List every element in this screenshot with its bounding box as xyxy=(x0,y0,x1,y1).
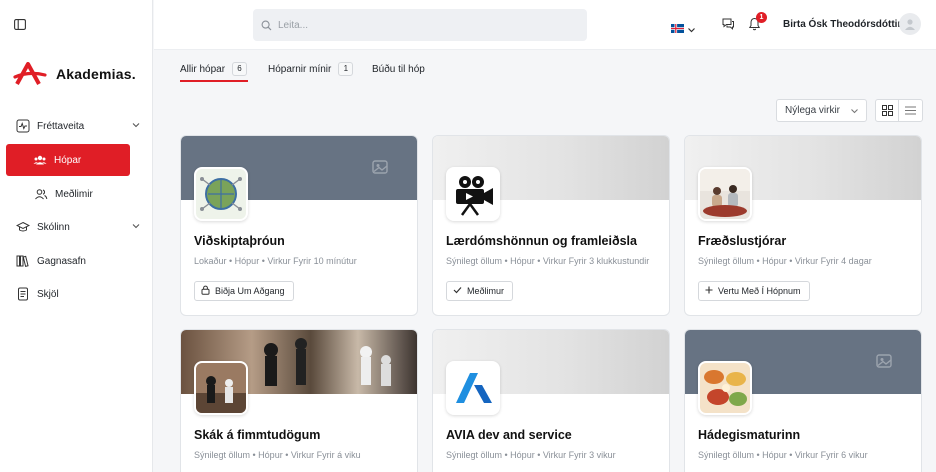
chevron-down-icon[interactable] xyxy=(687,21,696,39)
tab-label: Allir hópar xyxy=(180,63,226,75)
tab-allir-hopar[interactable]: Allir hópar 6 xyxy=(180,60,248,78)
tab-count: 1 xyxy=(338,62,354,76)
graduation-cap-icon xyxy=(15,220,31,234)
button-label: Meðlimur xyxy=(467,286,505,296)
group-card-vidskiptathroun[interactable]: Viðskiptaþróun Lokaður • Hópur • Virkur … xyxy=(180,135,418,316)
user-name[interactable]: Birta Ósk Theodórsdóttir xyxy=(783,19,901,30)
plus-icon xyxy=(705,286,713,296)
notification-badge: 1 xyxy=(756,12,767,23)
sidebar-item-label: Gagnasafn xyxy=(37,255,86,267)
sidebar-item-hopar[interactable]: Hópar xyxy=(6,144,130,176)
search-icon xyxy=(261,20,272,31)
avatar[interactable] xyxy=(899,13,921,35)
sidebar-item-label: Hópar xyxy=(54,154,82,166)
view-toggle xyxy=(875,99,923,122)
button-label: Biðja Um Aðgang xyxy=(215,286,285,296)
active-tab-indicator xyxy=(180,80,248,82)
group-card-fraedslustjorar[interactable]: Fræðslustjórar Sýnilegt öllum • Hópur • … xyxy=(684,135,922,316)
member-button[interactable]: Meðlimur xyxy=(446,281,514,301)
chevron-down-icon[interactable] xyxy=(131,221,141,234)
group-card-skak[interactable]: Skák á fimmtudögum Sýnilegt öllum • Hópu… xyxy=(180,329,418,472)
sidebar-item-label: Fréttaveita xyxy=(37,120,85,132)
group-card-laerdomshonnun[interactable]: Lærdómshönnun og framleiðsla Sýnilegt öl… xyxy=(432,135,670,316)
group-title[interactable]: Lærdómshönnun og framleiðsla xyxy=(446,234,637,248)
sidebar-item-medlimir[interactable]: Meðlimir xyxy=(0,182,153,206)
search-box[interactable] xyxy=(253,9,587,41)
group-avatar-meeting-photo xyxy=(698,167,752,221)
group-title[interactable]: Hádegismaturinn xyxy=(698,428,800,442)
request-access-button[interactable]: Biðja Um Aðgang xyxy=(194,281,294,301)
sidebar-toggle-icon[interactable] xyxy=(14,17,30,31)
group-meta: Sýnilegt öllum • Hópur • Virkur Fyrir 3 … xyxy=(446,450,616,460)
sidebar: Akademias. Fréttaveita Hópar Meðlimir Sk… xyxy=(0,0,153,472)
group-meta: Sýnilegt öllum • Hópur • Virkur Fyrir 6 … xyxy=(698,450,868,460)
chat-icon[interactable] xyxy=(721,17,735,35)
group-avatar-food-photo xyxy=(698,361,752,415)
sidebar-item-label: Meðlimir xyxy=(55,188,93,200)
lock-icon xyxy=(201,285,210,297)
group-title[interactable]: AVIA dev and service xyxy=(446,428,572,442)
brand-logo[interactable]: Akademias. xyxy=(13,62,136,86)
group-meta: Lokaður • Hópur • Virkur Fyrir 10 mínútu… xyxy=(194,256,357,266)
grid-view-icon[interactable] xyxy=(876,100,900,121)
brand-name: Akademias. xyxy=(56,66,136,82)
sort-select[interactable]: Nýlega virkir xyxy=(776,99,867,122)
sidebar-item-skjol[interactable]: Skjöl xyxy=(0,282,153,306)
tab-label: Hóparnir mínir xyxy=(268,63,332,75)
group-meta: Sýnilegt öllum • Hópur • Virkur Fyrir á … xyxy=(194,450,361,460)
topbar: 1 Birta Ósk Theodórsdóttir xyxy=(154,0,936,50)
activity-icon xyxy=(16,119,30,133)
group-title[interactable]: Skák á fimmtudögum xyxy=(194,428,320,442)
sort-label: Nýlega virkir xyxy=(785,105,841,116)
list-view-icon[interactable] xyxy=(899,100,922,121)
members-icon xyxy=(34,187,48,201)
group-card-avia[interactable]: AVIA dev and service Sýnilegt öllum • Hó… xyxy=(432,329,670,472)
search-input[interactable] xyxy=(278,19,558,31)
check-icon xyxy=(453,286,462,296)
group-meta: Sýnilegt öllum • Hópur • Virkur Fyrir 3 … xyxy=(446,256,650,266)
image-placeholder-icon xyxy=(372,160,388,174)
group-avatar-chess-photo xyxy=(194,361,248,415)
tab-count: 6 xyxy=(232,62,248,76)
group-title[interactable]: Fræðslustjórar xyxy=(698,234,786,248)
button-label: Vertu Með Í Hópnum xyxy=(718,286,801,296)
group-card-hadegismaturinn[interactable]: Hádegismaturinn Sýnilegt öllum • Hópur •… xyxy=(684,329,922,472)
sidebar-item-label: Skólinn xyxy=(37,221,70,233)
chevron-down-icon xyxy=(850,107,859,118)
movie-camera-icon xyxy=(446,167,500,221)
chevron-down-icon[interactable] xyxy=(131,120,141,133)
library-icon xyxy=(16,254,30,268)
group-title[interactable]: Viðskiptaþróun xyxy=(194,234,285,248)
image-placeholder-icon xyxy=(876,354,892,368)
akademias-logo-icon xyxy=(13,62,47,85)
group-avatar-globe-circuit xyxy=(194,167,248,221)
group-avatar-avia-logo xyxy=(446,361,500,415)
sidebar-item-label: Skjöl xyxy=(37,288,59,300)
iceland-flag-icon[interactable] xyxy=(671,20,684,33)
sidebar-item-skolinn[interactable]: Skólinn xyxy=(0,215,153,239)
tab-label: Búðu til hóp xyxy=(372,63,425,75)
user-icon xyxy=(905,19,915,30)
tab-hoparnir-minir[interactable]: Hóparnir mínir 1 xyxy=(268,60,354,78)
tab-budu-til-hop[interactable]: Búðu til hóp xyxy=(372,60,425,78)
sidebar-item-gagnasafn[interactable]: Gagnasafn xyxy=(0,249,153,273)
join-group-button[interactable]: Vertu Með Í Hópnum xyxy=(698,281,810,301)
sidebar-item-frettaveita[interactable]: Fréttaveita xyxy=(0,114,153,138)
users-icon xyxy=(33,153,47,167)
document-icon xyxy=(16,287,30,301)
group-meta: Sýnilegt öllum • Hópur • Virkur Fyrir 4 … xyxy=(698,256,872,266)
